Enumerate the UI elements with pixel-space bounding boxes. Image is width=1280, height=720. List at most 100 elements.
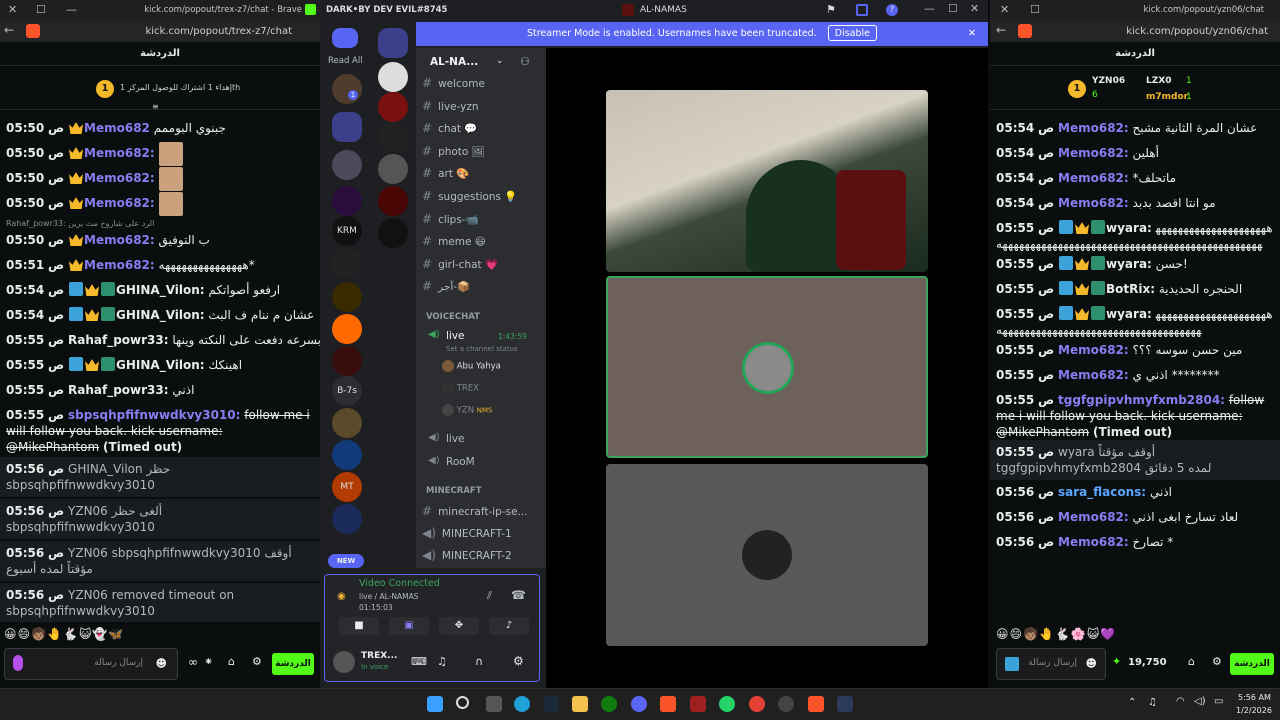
voice-tile-speaking[interactable] bbox=[606, 276, 928, 458]
minimize-icon[interactable]: — bbox=[66, 3, 77, 16]
message-username[interactable]: Memo682: bbox=[1058, 146, 1129, 160]
text-channel[interactable]: # welcome bbox=[422, 76, 485, 90]
mic-icon[interactable] bbox=[13, 655, 23, 671]
message-username[interactable]: Rahaf_powr33: bbox=[68, 333, 169, 347]
taskview-icon[interactable] bbox=[486, 696, 502, 712]
message-username[interactable]: GHINA_Vilon: bbox=[116, 283, 205, 297]
chat-input[interactable]: إرسال رسالة ☻ bbox=[996, 648, 1106, 680]
message-username[interactable]: Memo682: bbox=[1058, 535, 1129, 549]
mic-icon[interactable]: ♫ bbox=[437, 655, 447, 668]
voice-member-2[interactable]: TREX bbox=[442, 382, 479, 394]
chevron-down-icon[interactable]: ⌄ bbox=[496, 56, 504, 66]
chrome-icon[interactable] bbox=[749, 696, 765, 712]
server-icon[interactable] bbox=[332, 186, 362, 216]
battery-icon[interactable]: ▭ bbox=[1214, 696, 1223, 707]
add-member-icon[interactable]: ⚇ bbox=[520, 55, 530, 68]
brave-icon[interactable] bbox=[660, 696, 676, 712]
left-url[interactable]: kick.com/popout/trex-z7/chat bbox=[145, 26, 292, 37]
message-username[interactable]: sbpsqhpfifnwwdkvy3010: bbox=[68, 408, 240, 422]
dm-icon[interactable] bbox=[378, 92, 408, 122]
dm-icon[interactable] bbox=[378, 62, 408, 92]
filter-icon[interactable]: ≡ bbox=[152, 102, 159, 111]
text-channel[interactable]: # art 🎨 bbox=[422, 166, 469, 180]
app-icon[interactable] bbox=[778, 696, 794, 712]
message-username[interactable]: BotRix: bbox=[1106, 282, 1155, 296]
user-avatar[interactable] bbox=[333, 651, 355, 673]
server-icon[interactable] bbox=[332, 248, 362, 278]
voicechat-category[interactable]: VOICECHAT bbox=[426, 312, 480, 322]
search-icon[interactable] bbox=[456, 696, 469, 709]
flag-icon[interactable]: ⚑ bbox=[826, 3, 836, 16]
headphone-icon[interactable]: ∩ bbox=[475, 655, 483, 668]
minecraft-category[interactable]: MINECRAFT bbox=[426, 486, 482, 496]
close-icon[interactable]: ✕ bbox=[1000, 3, 1009, 16]
emoji-icon[interactable]: ☻ bbox=[156, 657, 167, 670]
message-username[interactable]: Memo682: bbox=[1058, 196, 1129, 210]
activity-icon[interactable]: ✥ bbox=[439, 617, 479, 635]
dm-folder-icon[interactable] bbox=[378, 28, 408, 58]
emoji-icon[interactable]: ☻ bbox=[1086, 657, 1097, 670]
channel-minecraft-ip[interactable]: # minecraft-ip-se... bbox=[422, 504, 528, 518]
message-username[interactable]: Memo682: bbox=[84, 171, 155, 185]
channel-points[interactable]: 19,750 bbox=[1128, 657, 1167, 668]
message-username[interactable]: Rahaf_powr33: bbox=[68, 383, 169, 397]
text-channel[interactable]: # photo 🖼 bbox=[422, 144, 485, 158]
mic-icon[interactable]: ♫ bbox=[1148, 697, 1157, 708]
voice-member-1[interactable]: Abu Yahya bbox=[442, 360, 501, 372]
right-url[interactable]: kick.com/popout/yzn06/chat bbox=[1126, 26, 1268, 37]
dm-icon[interactable] bbox=[378, 186, 408, 216]
back-icon[interactable]: ← bbox=[4, 23, 14, 37]
disconnect-icon[interactable]: ☎ bbox=[511, 588, 526, 602]
emote-row[interactable]: 😀😄🧒🏽🤚🐇😺👻🦋 bbox=[4, 627, 320, 645]
explorer-icon[interactable] bbox=[572, 696, 588, 712]
voice-channel-live2[interactable]: live bbox=[446, 433, 465, 445]
voice-channel-live[interactable]: live bbox=[446, 330, 465, 342]
app-icon[interactable] bbox=[690, 696, 706, 712]
server-icon[interactable] bbox=[332, 282, 362, 312]
app-icon[interactable] bbox=[837, 696, 853, 712]
maximize-icon[interactable]: ☐ bbox=[1030, 3, 1040, 16]
voice-member-3[interactable]: YZN NMS bbox=[442, 404, 493, 416]
minimize-icon[interactable]: — bbox=[924, 2, 935, 15]
read-all-label[interactable]: Read All bbox=[328, 56, 363, 66]
channel-status[interactable]: Set a channel status bbox=[446, 345, 518, 353]
xbox-icon[interactable] bbox=[601, 696, 617, 712]
vc-channel[interactable]: live / AL-NAMAS bbox=[359, 592, 419, 601]
server-icon-mt[interactable]: MT bbox=[332, 472, 362, 502]
soundboard-icon[interactable]: ♪ bbox=[489, 617, 529, 635]
text-channel[interactable]: # suggestions 💡 bbox=[422, 189, 517, 203]
server-icon[interactable] bbox=[332, 346, 362, 376]
server-icon[interactable] bbox=[332, 150, 362, 180]
volume-icon[interactable]: ◁) bbox=[1194, 696, 1206, 707]
steam-icon[interactable] bbox=[543, 696, 559, 712]
message-username[interactable]: GHINA_Vilon: bbox=[116, 308, 205, 322]
edge-icon[interactable] bbox=[514, 696, 530, 712]
server-icon-krm[interactable]: KRM bbox=[332, 216, 362, 246]
screenshare-icon[interactable]: ▣ bbox=[389, 617, 429, 635]
message-username[interactable]: wyara: bbox=[1106, 257, 1152, 271]
message-username[interactable]: Memo682: bbox=[84, 196, 155, 210]
message-username[interactable]: Memo682: bbox=[1058, 171, 1129, 185]
server-icon[interactable] bbox=[332, 314, 362, 344]
server-icon[interactable] bbox=[332, 74, 362, 104]
voice-tile[interactable] bbox=[606, 464, 928, 646]
discord-home-icon[interactable] bbox=[332, 28, 358, 48]
store-icon[interactable]: ⌂ bbox=[1188, 655, 1195, 668]
message-username[interactable]: Memo682: bbox=[1058, 510, 1129, 524]
close-icon[interactable]: ✕ bbox=[970, 2, 979, 15]
message-username[interactable]: Memo682: bbox=[84, 146, 155, 160]
server-name[interactable]: AL-NA... bbox=[430, 56, 478, 68]
text-channel[interactable]: # آجر-📦 bbox=[422, 279, 470, 293]
message-username[interactable]: GHINA_Vilon: bbox=[116, 358, 205, 372]
maximize-icon[interactable]: ☐ bbox=[948, 2, 958, 15]
start-icon[interactable] bbox=[427, 696, 443, 712]
message-username[interactable]: Memo682: bbox=[84, 233, 155, 247]
dm-icon[interactable] bbox=[378, 218, 408, 248]
camera-icon[interactable]: ■ bbox=[339, 617, 379, 635]
disable-button[interactable]: Disable bbox=[827, 25, 878, 41]
message-username[interactable]: wyara: bbox=[1106, 221, 1152, 235]
store-icon[interactable]: ⌂ bbox=[228, 655, 235, 668]
message-username[interactable]: Memo682: bbox=[1058, 368, 1129, 382]
dm-icon[interactable] bbox=[378, 122, 408, 152]
noise-icon[interactable]: ⫽ bbox=[487, 589, 492, 603]
